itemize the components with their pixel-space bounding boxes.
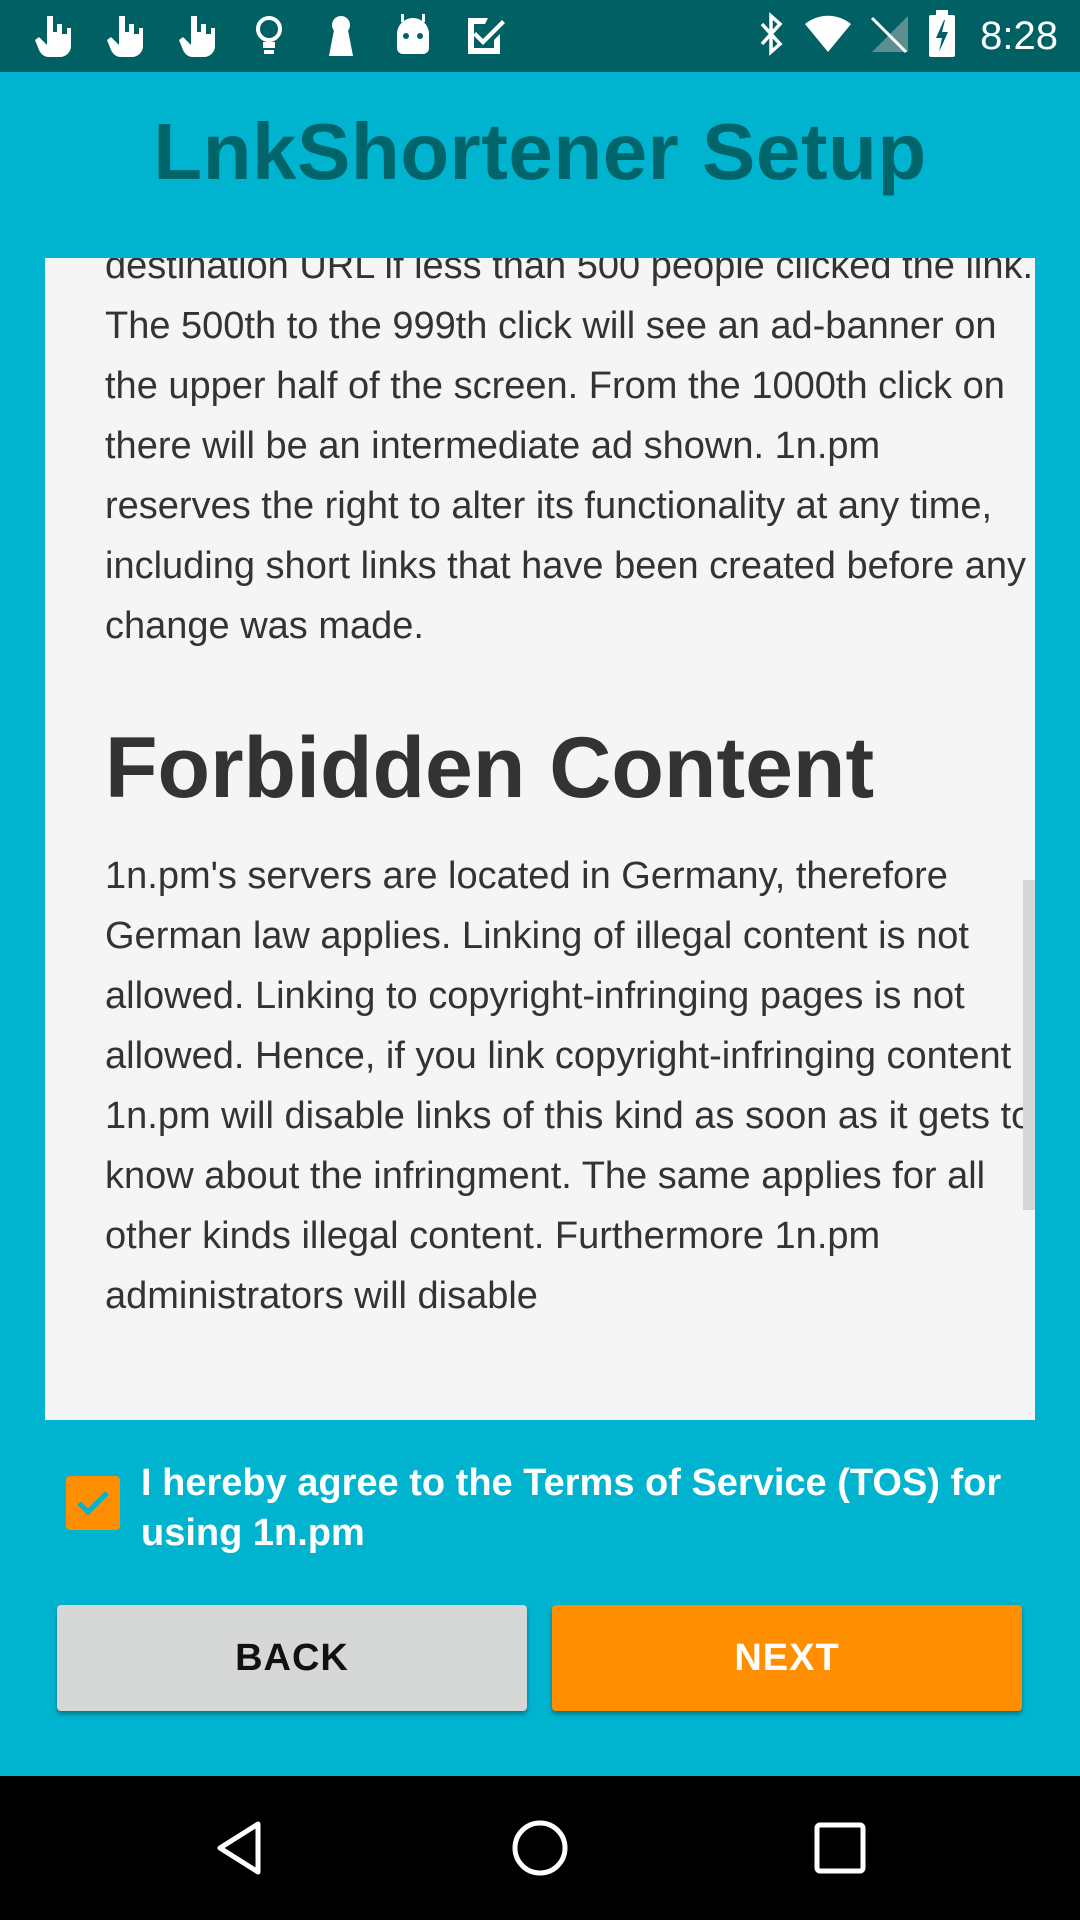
wifi-icon bbox=[804, 14, 852, 59]
system-icons: 8:28 bbox=[756, 9, 1058, 63]
keyhole-icon bbox=[316, 11, 366, 61]
tos-agreement[interactable]: I hereby agree to the Terms of Service (… bbox=[66, 1458, 1026, 1568]
hand-pointer-icon bbox=[100, 11, 150, 61]
bluetooth-icon bbox=[756, 11, 786, 61]
tos-paragraph: destination URL if less than 500 people … bbox=[105, 258, 1034, 647]
battery-charging-icon bbox=[928, 9, 956, 63]
section-heading: Forbidden Content bbox=[105, 720, 875, 816]
checkmark-icon bbox=[77, 1491, 109, 1516]
navigation-bar bbox=[0, 1776, 1080, 1920]
agree-checkbox[interactable] bbox=[66, 1476, 120, 1530]
android-icon bbox=[388, 11, 438, 61]
next-button[interactable]: NEXT bbox=[552, 1605, 1022, 1711]
hand-pointer-icon bbox=[28, 11, 78, 61]
page-title: LnkShortener Setup bbox=[153, 107, 927, 196]
tos-scroll-panel[interactable]: destination URL if less than 500 people … bbox=[45, 258, 1035, 1420]
recents-square-icon[interactable] bbox=[804, 1812, 876, 1884]
back-button[interactable]: BACK bbox=[57, 1605, 527, 1711]
status-bar: 8:28 bbox=[0, 0, 1080, 72]
home-circle-icon[interactable] bbox=[504, 1812, 576, 1884]
lightbulb-icon bbox=[244, 11, 294, 61]
tos-paragraph: 1n.pm's servers are located in Germany, … bbox=[105, 855, 1033, 1317]
agree-label[interactable]: I hereby agree to the Terms of Service (… bbox=[141, 1458, 1021, 1558]
scrollbar-thumb[interactable] bbox=[1023, 880, 1035, 1210]
hand-pointer-icon bbox=[172, 11, 222, 61]
tos-content: destination URL if less than 500 people … bbox=[105, 258, 1035, 1326]
no-signal-icon bbox=[870, 14, 910, 59]
checklist-icon bbox=[460, 11, 510, 61]
clock-time: 8:28 bbox=[980, 13, 1058, 58]
notification-icons bbox=[28, 10, 510, 62]
back-triangle-icon[interactable] bbox=[204, 1812, 276, 1884]
